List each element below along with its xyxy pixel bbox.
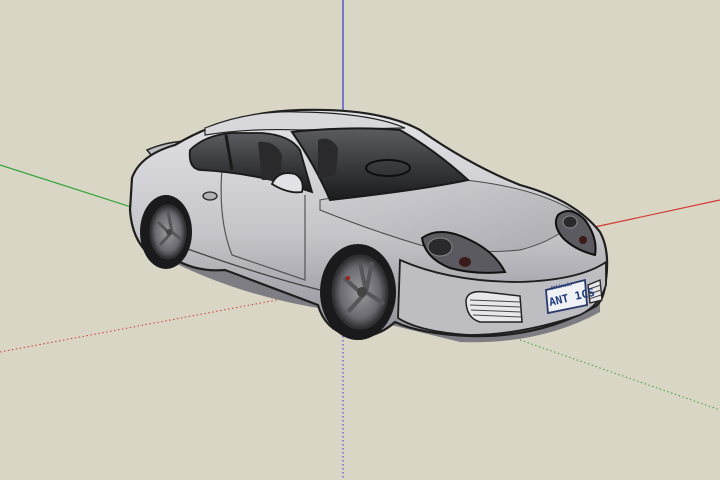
grille-left	[465, 290, 523, 323]
green-axis-dotted	[519, 339, 720, 411]
rear-wheel	[140, 195, 192, 269]
modeling-viewport[interactable]: Illinois ANT 1CS	[0, 0, 720, 480]
scene-canvas[interactable]: Illinois ANT 1CS	[0, 0, 720, 480]
green-axis-line	[0, 164, 151, 214]
seat-left	[318, 138, 338, 178]
car-model[interactable]: Illinois ANT 1CS	[128, 108, 609, 343]
door-handle[interactable]	[202, 191, 218, 201]
red-axis-line	[589, 199, 720, 229]
front-wheel	[320, 244, 396, 340]
